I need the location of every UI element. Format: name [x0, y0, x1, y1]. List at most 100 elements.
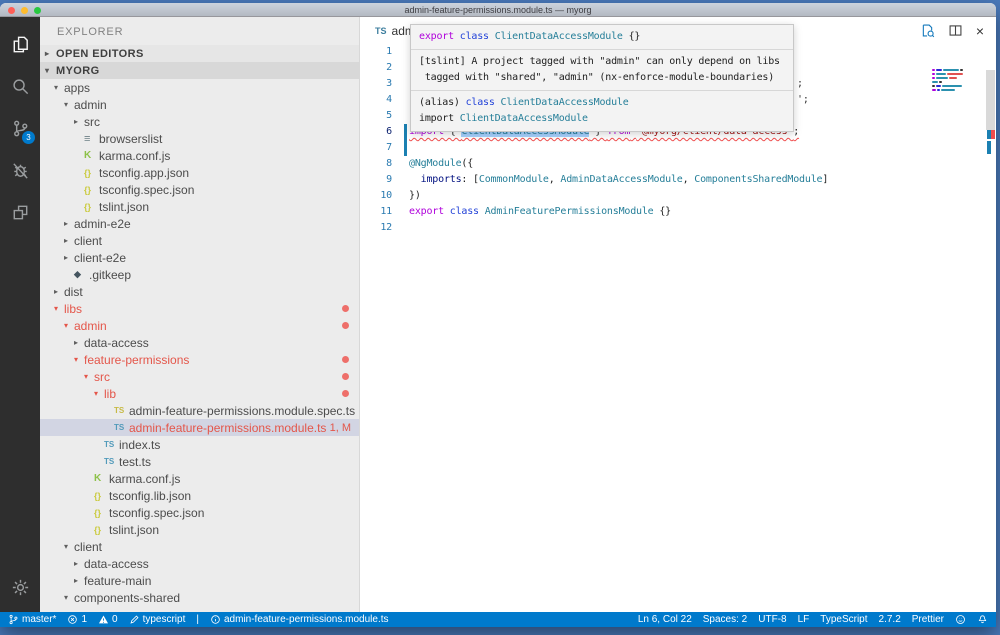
code-line-8[interactable]: 8@NgModule({	[360, 156, 996, 172]
tree-folder-data-access[interactable]: ▸data-access	[40, 555, 359, 572]
status-item-spaces-2[interactable]: Spaces: 2	[703, 614, 747, 625]
typescript-file-icon: TS	[375, 26, 387, 36]
minimap-segment	[939, 81, 942, 83]
tree-file-tsconfig-spec-json[interactable]: {}tsconfig.spec.json	[40, 181, 359, 198]
alias-line: import ClientDataAccessModule	[419, 111, 785, 127]
tree-folder-dist[interactable]: ▸dist	[40, 283, 359, 300]
status-item-lf[interactable]: LF	[798, 614, 810, 625]
debug-icon[interactable]	[0, 149, 40, 191]
tree-item-label: feature-permissions	[84, 353, 189, 367]
status-item-prettier[interactable]: Prettier	[912, 614, 944, 625]
chevron-right-icon: ▸	[74, 117, 84, 126]
code-text: @NgModule({	[409, 158, 473, 169]
tree-file-browserslist[interactable]: ≡browserslist	[40, 130, 359, 147]
window-titlebar[interactable]: admin-feature-permissions.module.ts — my…	[0, 3, 996, 17]
code-line-7[interactable]: 7	[360, 140, 996, 156]
close-icon[interactable]: ×	[976, 24, 984, 38]
settings-icon[interactable]	[0, 566, 40, 608]
tree-file-karma-conf-js[interactable]: Kkarma.conf.js	[40, 147, 359, 164]
status-item-typescript[interactable]: TypeScript	[820, 614, 867, 625]
code-token: AdminFeaturePermissionsModule	[485, 206, 654, 217]
tree-folder-lib[interactable]: ▾lib	[40, 385, 359, 402]
tree-folder-src[interactable]: ▸src	[40, 113, 359, 130]
tree-file-tsconfig-lib-json[interactable]: {}tsconfig.lib.json	[40, 487, 359, 504]
status-item-1[interactable]: 1	[67, 614, 87, 625]
sidebar-pane-title: EXPLORER	[40, 17, 359, 45]
open-changes-icon[interactable]	[920, 23, 935, 38]
status-item-master[interactable]: master*	[8, 614, 56, 625]
minimap-segment	[932, 81, 938, 83]
tree-file-karma-conf-js[interactable]: Kkarma.conf.js	[40, 470, 359, 487]
tree-file-tsconfig-app-json[interactable]: {}tsconfig.app.json	[40, 164, 359, 181]
code-token: ;	[793, 126, 799, 137]
tree-folder-client[interactable]: ▸client	[40, 232, 359, 249]
tree-folder-src[interactable]: ▸src	[40, 606, 359, 612]
status-item-admin-feature-permissions-module-ts[interactable]: admin-feature-permissions.module.ts	[210, 614, 389, 625]
source-control-icon[interactable]: 3	[0, 107, 40, 149]
code-fragment: ';	[797, 92, 809, 108]
status-item-ln-6-col-22[interactable]: Ln 6, Col 22	[638, 614, 692, 625]
tree-file-tsconfig-spec-json[interactable]: {}tsconfig.spec.json	[40, 504, 359, 521]
close-window-button[interactable]	[8, 7, 15, 14]
tree-item-label: admin	[74, 319, 107, 333]
zoom-window-button[interactable]	[34, 7, 41, 14]
editor-group[interactable]: TS admin-feature-permissions.module.ts ×…	[360, 17, 996, 612]
tree-file--gitkeep[interactable]: ◆.gitkeep	[40, 266, 359, 283]
code-line-9[interactable]: 9 imports: [CommonModule, AdminDataAcces…	[360, 172, 996, 188]
tree-folder-admin-e2e[interactable]: ▸admin-e2e	[40, 215, 359, 232]
status-item-2-7-2[interactable]: 2.7.2	[879, 614, 901, 625]
chevron-right-icon: ▸	[45, 49, 56, 58]
section-header-myorg[interactable]: ▾MYORG	[40, 62, 359, 79]
section-header-open-editors[interactable]: ▸OPEN EDITORS	[40, 45, 359, 62]
extensions-icon[interactable]	[0, 191, 40, 233]
minimap-segment	[936, 69, 942, 71]
minimap-row	[932, 77, 977, 79]
explorer-icon[interactable]	[0, 23, 40, 65]
status-item-bell[interactable]	[977, 614, 988, 625]
hover-signature: export class ClientDataAccessModule {}	[411, 25, 793, 49]
status-item-[interactable]: |	[196, 614, 199, 625]
json-file-icon: {}	[84, 168, 99, 178]
tree-file-admin-feature-permissions-module-ts[interactable]: TSadmin-feature-permissions.module.ts1, …	[40, 419, 359, 436]
tree-file-test-ts[interactable]: TStest.ts	[40, 453, 359, 470]
code-line-11[interactable]: 11export class AdminFeaturePermissionsMo…	[360, 204, 996, 220]
tree-item-label: client	[74, 540, 102, 554]
code-line-10[interactable]: 10})	[360, 188, 996, 204]
tree-folder-feature-permissions[interactable]: ▾feature-permissions	[40, 351, 359, 368]
editor-scrollbar[interactable]	[986, 70, 995, 130]
tree-item-label: data-access	[84, 336, 149, 350]
tree-item-label: tsconfig.spec.json	[99, 183, 194, 197]
tree-file-tslint-json[interactable]: {}tslint.json	[40, 521, 359, 538]
minimap-row	[932, 73, 977, 75]
tree-folder-client[interactable]: ▾client	[40, 538, 359, 555]
status-label: 0	[112, 614, 118, 625]
tree-folder-components-shared[interactable]: ▾components-shared	[40, 589, 359, 606]
tree-folder-libs[interactable]: ▾libs	[40, 300, 359, 317]
code-line-12[interactable]: 12	[360, 220, 996, 236]
status-item-0[interactable]: 0	[98, 614, 118, 625]
tree-item-label: admin-feature-permissions.module.ts	[129, 421, 326, 435]
tree-folder-src[interactable]: ▾src	[40, 368, 359, 385]
code-token: ClientDataAccessModule	[501, 97, 629, 108]
minimize-window-button[interactable]	[21, 7, 28, 14]
split-editor-icon[interactable]	[948, 23, 963, 38]
tree-folder-client-e2e[interactable]: ▸client-e2e	[40, 249, 359, 266]
tree-folder-admin[interactable]: ▾admin	[40, 317, 359, 334]
status-label: Ln 6, Col 22	[638, 614, 692, 625]
status-item-smiley[interactable]	[955, 614, 966, 625]
tree-folder-apps[interactable]: ▾apps	[40, 79, 359, 96]
status-item-utf-8[interactable]: UTF-8	[758, 614, 786, 625]
tree-folder-feature-main[interactable]: ▸feature-main	[40, 572, 359, 589]
minimap-segment	[942, 85, 962, 87]
search-icon[interactable]	[0, 65, 40, 107]
line-number: 11	[360, 204, 392, 220]
hover-alias-info: (alias) class ClientDataAccessModuleimpo…	[411, 90, 793, 131]
minimap[interactable]	[932, 69, 977, 93]
line-number: 6	[360, 124, 392, 140]
tree-file-index-ts[interactable]: TSindex.ts	[40, 436, 359, 453]
tree-file-tslint-json[interactable]: {}tslint.json	[40, 198, 359, 215]
tree-folder-admin[interactable]: ▾admin	[40, 96, 359, 113]
tree-folder-data-access[interactable]: ▸data-access	[40, 334, 359, 351]
tree-file-admin-feature-permissions-module-spec-ts[interactable]: TSadmin-feature-permissions.module.spec.…	[40, 402, 359, 419]
status-item-typescript[interactable]: typescript	[129, 614, 186, 625]
